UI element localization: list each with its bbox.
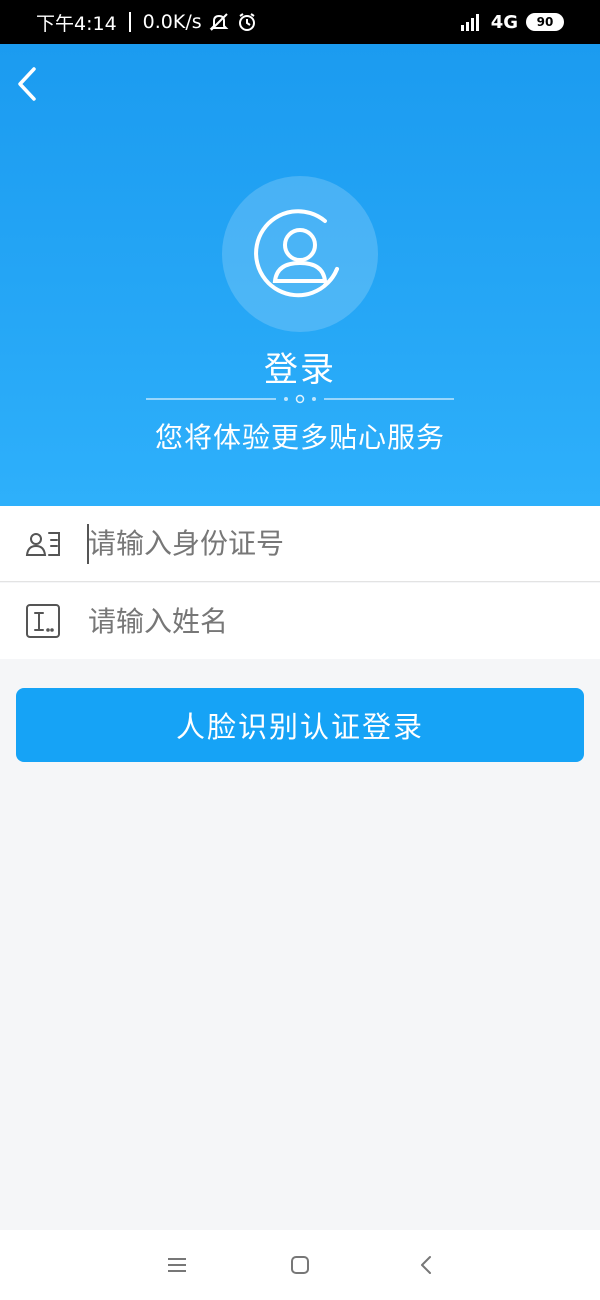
back-button[interactable] — [10, 62, 44, 106]
nav-back-button[interactable] — [411, 1250, 441, 1280]
battery-indicator: 90 — [526, 13, 564, 31]
page-subtitle: 您将体验更多贴心服务 — [154, 421, 445, 454]
mute-icon — [208, 11, 230, 33]
id-number-input[interactable] — [86, 505, 600, 582]
user-avatar-icon — [254, 209, 339, 298]
status-time: 下午4:14 — [36, 12, 117, 35]
login-header: 登录 您将体验更多贴心服务 — [0, 44, 600, 506]
name-input[interactable] — [86, 583, 600, 659]
text-field-icon — [0, 583, 86, 659]
nav-menu-button[interactable] — [162, 1250, 192, 1280]
system-nav-bar — [0, 1230, 600, 1300]
status-bar-right: 4G 90 — [459, 12, 564, 33]
id-card-icon — [0, 506, 86, 582]
avatar — [222, 176, 378, 332]
status-bar-left: 下午4:14 0.0K/s — [36, 9, 258, 36]
network-type: 4G — [490, 11, 518, 33]
home-square-icon — [291, 1256, 309, 1274]
id-number-row — [0, 505, 600, 582]
page-title: 登录 — [264, 350, 336, 390]
title-divider — [146, 394, 454, 404]
status-bar: 下午4:14 0.0K/s 4G 90 — [0, 0, 600, 44]
alarm-icon — [236, 11, 258, 33]
chevron-left-icon — [18, 67, 36, 101]
face-recognition-login-button[interactable]: 人脸识别认证登录 — [16, 688, 584, 762]
status-separator — [128, 12, 131, 32]
status-net-speed: 0.0K/s — [142, 11, 202, 33]
back-triangle-icon — [421, 1256, 431, 1274]
signal-icon — [459, 12, 483, 32]
menu-icon — [168, 1258, 186, 1272]
nav-home-button[interactable] — [285, 1250, 315, 1280]
text-cursor — [87, 524, 89, 564]
name-row — [0, 583, 600, 659]
